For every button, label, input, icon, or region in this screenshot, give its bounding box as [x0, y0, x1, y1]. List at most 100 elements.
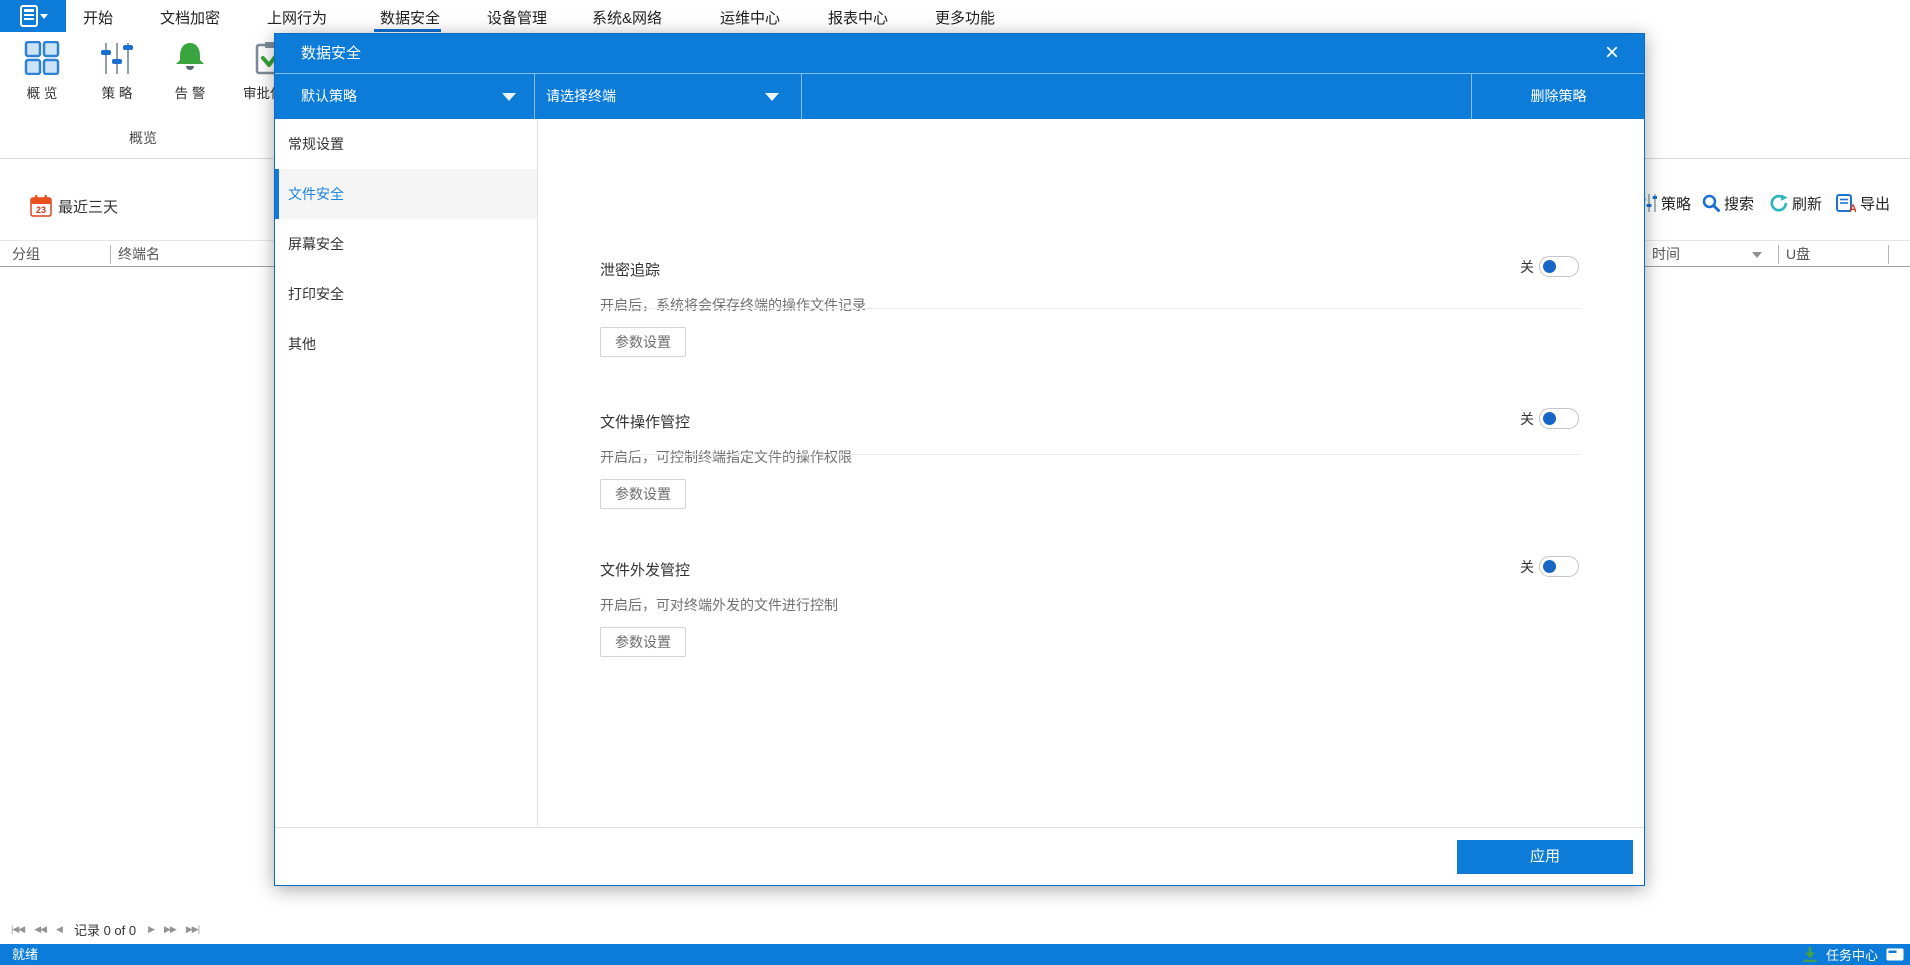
- date-filter-label: 最近三天: [58, 198, 119, 216]
- sidebar-item-general[interactable]: 常规设置: [275, 119, 537, 169]
- dialog-title: 数据安全: [301, 45, 362, 62]
- last-page-icon[interactable]: ▶▶|: [186, 924, 200, 935]
- setting-title: 文件外发管控: [600, 562, 691, 579]
- param-settings-button[interactable]: 参数设置: [600, 479, 686, 509]
- setting-divider: [600, 454, 1581, 455]
- column-separator[interactable]: [110, 245, 111, 264]
- policy-action-button[interactable]: 策略: [1640, 189, 1691, 217]
- dialog-tool-row: 默认策略 请选择终端 删除策略: [275, 74, 1644, 119]
- setting-file-operation-control: 文件操作管控 开启后，可控制终端指定文件的操作权限 参数设置 关: [600, 408, 1581, 521]
- setting-description: 开启后，系统将会保存终端的操作文件记录: [600, 297, 866, 313]
- sidebar-item-print-security[interactable]: 打印安全: [275, 269, 537, 319]
- sidebar-item-other[interactable]: 其他: [275, 319, 537, 369]
- sliders-icon: [87, 40, 147, 76]
- dialog-sidebar: 常规设置 文件安全 屏幕安全 打印安全 其他: [275, 119, 538, 826]
- status-ready-label: 就绪: [12, 947, 39, 962]
- menu-item-start[interactable]: 开始: [83, 7, 113, 28]
- sidebar-item-file-security[interactable]: 文件安全: [275, 169, 537, 219]
- toggle-switch[interactable]: [1539, 556, 1579, 577]
- next-group-icon[interactable]: ▶▶: [164, 924, 177, 935]
- search-label: 搜索: [1724, 195, 1755, 213]
- search-icon: [1702, 194, 1720, 212]
- export-label: 导出: [1860, 195, 1891, 213]
- policy-select-dropdown[interactable]: 默认策略: [275, 74, 534, 119]
- ribbon-policy-button[interactable]: 策 略: [87, 40, 147, 102]
- ribbon-overview-button[interactable]: 概 览: [12, 40, 72, 102]
- setting-divider: [600, 308, 1581, 309]
- toggle-knob: [1543, 411, 1556, 425]
- menu-item-report-center[interactable]: 报表中心: [828, 7, 888, 28]
- chevron-down-icon: [502, 93, 516, 101]
- column-terminal[interactable]: 终端名: [118, 241, 160, 268]
- svg-text:A: A: [1849, 203, 1856, 213]
- delete-policy-button[interactable]: 删除策略: [1471, 74, 1646, 119]
- export-icon: A: [1836, 193, 1856, 213]
- menu-item-web-behavior[interactable]: 上网行为: [267, 7, 327, 28]
- menu-item-ops-center[interactable]: 运维中心: [720, 7, 780, 28]
- close-icon[interactable]: ×: [1596, 37, 1628, 69]
- data-security-dialog: 数据安全 × 默认策略 请选择终端 删除策略 常规设置 文件安全 屏幕安全 打印…: [274, 33, 1645, 886]
- toggle-switch[interactable]: [1539, 408, 1579, 429]
- sidebar-item-screen-security[interactable]: 屏幕安全: [275, 219, 537, 269]
- next-page-icon[interactable]: ▶: [148, 924, 155, 935]
- column-separator[interactable]: [1778, 245, 1779, 264]
- dialog-footer: 应用: [275, 827, 1644, 885]
- column-group[interactable]: 分组: [12, 241, 40, 268]
- menu-item-data-security[interactable]: 数据安全: [380, 7, 440, 28]
- apply-button[interactable]: 应用: [1457, 840, 1633, 874]
- app-menu-button[interactable]: [0, 0, 66, 32]
- ribbon-policy-label: 策 略: [101, 86, 133, 101]
- param-settings-button[interactable]: 参数设置: [600, 327, 686, 357]
- time-filter-caret-icon[interactable]: [1752, 252, 1762, 258]
- column-time[interactable]: 时间: [1652, 241, 1680, 268]
- refresh-label: 刷新: [1792, 195, 1823, 213]
- search-button[interactable]: 搜索: [1702, 189, 1754, 217]
- toggle-state-label: 关: [1520, 258, 1534, 275]
- setting-title: 文件操作管控: [600, 414, 691, 431]
- record-count-label: 记录 0 of 0: [73, 922, 137, 938]
- setting-leak-tracking: 泄密追踪 开启后，系统将会保存终端的操作文件记录 参数设置 关: [600, 256, 1581, 369]
- message-icon[interactable]: [1886, 948, 1904, 961]
- terminal-select-dropdown[interactable]: 请选择终端: [534, 74, 801, 119]
- setting-file-outgoing-control: 文件外发管控 开启后，可对终端外发的文件进行控制 参数设置 关: [600, 556, 1581, 669]
- refresh-icon: [1770, 194, 1788, 212]
- setting-description: 开启后，可控制终端指定文件的操作权限: [600, 449, 852, 465]
- task-center-button[interactable]: 任务中心: [1826, 945, 1878, 964]
- first-page-icon[interactable]: |◀◀: [11, 924, 25, 935]
- menu-item-device-mgmt[interactable]: 设备管理: [487, 7, 547, 28]
- pagination-bar: |◀◀ ◀◀ ◀ 记录 0 of 0 ▶ ▶▶ ▶▶|: [6, 916, 204, 942]
- policy-select-label: 默认策略: [301, 88, 357, 104]
- menu-item-doc-encrypt[interactable]: 文档加密: [160, 7, 220, 28]
- menu-item-system-network[interactable]: 系统&网络: [592, 7, 662, 28]
- application-window: 开始 文档加密 上网行为 数据安全 设备管理 系统&网络 运维中心 报表中心 更…: [0, 0, 1910, 965]
- column-usb[interactable]: U盘: [1786, 241, 1810, 268]
- setting-title: 泄密追踪: [600, 262, 661, 279]
- ribbon-section-label: 概览: [129, 130, 157, 146]
- export-button[interactable]: A 导出: [1836, 189, 1890, 217]
- ribbon-alert-button[interactable]: 告 警: [160, 40, 220, 102]
- column-separator[interactable]: [1888, 245, 1889, 264]
- svg-text:23: 23: [36, 205, 46, 215]
- setting-description: 开启后，可对终端外发的文件进行控制: [600, 597, 838, 613]
- prev-page-icon[interactable]: ◀: [56, 924, 63, 935]
- policy-action-label: 策略: [1661, 195, 1692, 213]
- menu-item-more[interactable]: 更多功能: [935, 7, 995, 28]
- refresh-button[interactable]: 刷新: [1770, 189, 1822, 217]
- download-icon: [1802, 947, 1818, 962]
- app-logo-icon: [18, 5, 48, 27]
- menu-bar: 开始 文档加密 上网行为 数据安全 设备管理 系统&网络 运维中心 报表中心 更…: [0, 0, 1910, 32]
- prev-group-icon[interactable]: ◀◀: [34, 924, 47, 935]
- dialog-content: 泄密追踪 开启后，系统将会保存终端的操作文件记录 参数设置 关 文件操作管控 开…: [538, 119, 1644, 826]
- terminal-select-label: 请选择终端: [546, 88, 616, 104]
- toggle-switch[interactable]: [1539, 256, 1579, 277]
- grid-icon: [12, 40, 72, 76]
- bell-icon: [160, 40, 220, 76]
- toggle-state-label: 关: [1520, 558, 1534, 575]
- param-settings-button[interactable]: 参数设置: [600, 627, 686, 657]
- ribbon-alert-label: 告 警: [174, 86, 206, 101]
- tool-separator: [801, 74, 802, 119]
- calendar-icon: 23: [30, 195, 52, 217]
- status-bar: 就绪 任务中心: [0, 944, 1910, 965]
- dialog-body: 常规设置 文件安全 屏幕安全 打印安全 其他 泄密追踪 开启后，系统将会保存终端…: [275, 119, 1644, 826]
- date-filter[interactable]: 23 最近三天: [30, 186, 118, 226]
